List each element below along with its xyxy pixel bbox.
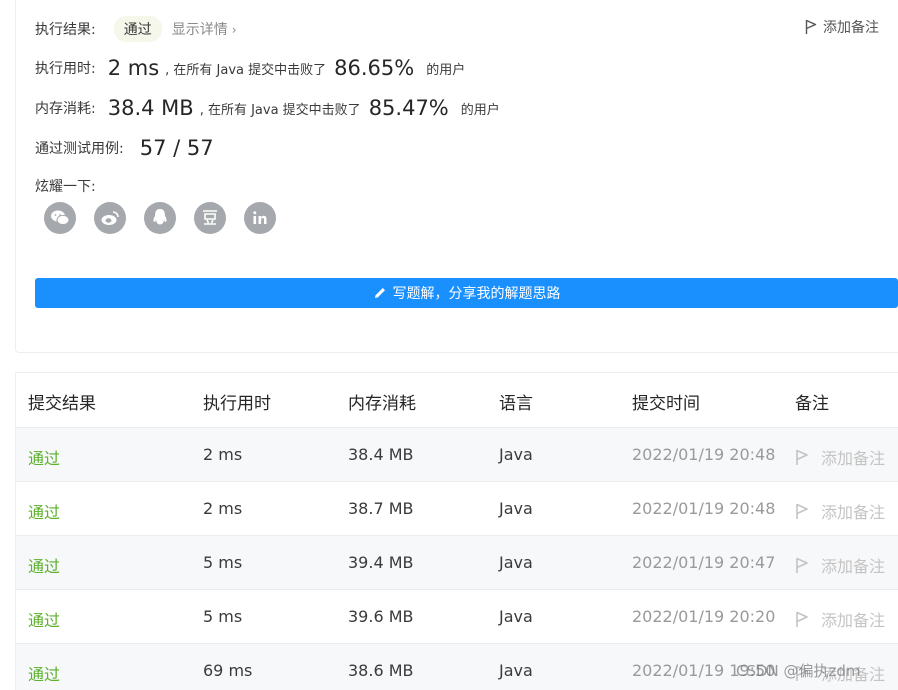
header-language: 语言 xyxy=(499,394,533,414)
write-solution-button[interactable]: 写题解，分享我的解题思路 xyxy=(35,278,898,308)
header-runtime: 执行用时 xyxy=(203,394,271,414)
show-details-label: 显示详情 xyxy=(171,22,228,38)
table-header: 提交结果 执行用时 内存消耗 语言 提交时间 备注 xyxy=(16,373,898,427)
result-link[interactable]: 通过 xyxy=(28,661,60,685)
result-link[interactable]: 通过 xyxy=(28,607,60,631)
result-label: 执行结果: xyxy=(35,22,96,38)
memory-percent: 85.47% xyxy=(368,96,449,120)
submit-time-cell: 2022/01/19 20:20 xyxy=(632,607,776,626)
table-row[interactable]: 通过 5 ms 39.6 MB Java 2022/01/19 20:20 添加… xyxy=(16,589,898,643)
runtime-cell: 2 ms xyxy=(203,499,243,518)
add-note-label: 添加备注 xyxy=(821,449,886,468)
language-cell: Java xyxy=(499,445,533,464)
language-cell: Java xyxy=(499,499,533,518)
flag-icon xyxy=(805,19,817,35)
table-row[interactable]: 通过 2 ms 38.4 MB Java 2022/01/19 20:48 添加… xyxy=(16,427,898,481)
result-row: 执行结果: 通过 显示详情 › xyxy=(35,16,237,42)
add-note-button[interactable]: 添加备注 xyxy=(795,553,885,577)
add-note-label: 添加备注 xyxy=(821,611,886,630)
table-row[interactable]: 通过 5 ms 39.4 MB Java 2022/01/19 20:47 添加… xyxy=(16,535,898,589)
wechat-icon[interactable] xyxy=(44,202,76,234)
language-cell: Java xyxy=(499,553,533,572)
chevron-right-icon: › xyxy=(231,23,237,37)
runtime-cell: 5 ms xyxy=(203,553,243,572)
header-result: 提交结果 xyxy=(28,394,96,414)
flag-icon xyxy=(795,557,809,574)
add-note-button[interactable]: 添加备注 xyxy=(805,17,879,37)
memory-row: 内存消耗: 38.4 MB , 在所有 Java 提交中击败了 85.47% 的… xyxy=(35,96,500,120)
runtime-cell: 5 ms xyxy=(203,607,243,626)
show-details-link[interactable]: 显示详情 › xyxy=(172,19,237,39)
runtime-row: 执行用时: 2 ms , 在所有 Java 提交中击败了 86.65% 的用户 xyxy=(35,56,465,80)
memory-cell: 38.6 MB xyxy=(348,661,414,680)
share-icons xyxy=(44,202,294,234)
memory-beat-text: , 在所有 Java 提交中击败了 xyxy=(199,102,361,118)
submit-time-cell: 2022/01/19 20:48 xyxy=(632,445,776,464)
runtime-suffix: 的用户 xyxy=(426,62,466,78)
add-note-label: 添加备注 xyxy=(821,557,886,576)
add-note-button[interactable]: 添加备注 xyxy=(795,499,885,523)
write-solution-label: 写题解，分享我的解题思路 xyxy=(392,286,561,302)
result-link[interactable]: 通过 xyxy=(28,499,60,523)
header-memory: 内存消耗 xyxy=(348,394,416,414)
header-submit-time: 提交时间 xyxy=(632,394,700,414)
runtime-value: 2 ms xyxy=(107,56,160,80)
add-note-button[interactable]: 添加备注 xyxy=(795,607,885,631)
qq-icon[interactable] xyxy=(144,202,176,234)
linkedin-icon[interactable] xyxy=(244,202,276,234)
memory-cell: 39.4 MB xyxy=(348,553,414,572)
weibo-icon[interactable] xyxy=(94,202,126,234)
result-status-badge: 通过 xyxy=(113,16,162,42)
pencil-icon xyxy=(373,286,387,300)
runtime-label: 执行用时: xyxy=(35,61,96,77)
memory-cell: 38.7 MB xyxy=(348,499,414,518)
runtime-cell: 2 ms xyxy=(203,445,243,464)
memory-cell: 39.6 MB xyxy=(348,607,414,626)
table-row[interactable]: 通过 2 ms 38.7 MB Java 2022/01/19 20:48 添加… xyxy=(16,481,898,535)
share-label: 炫耀一下: xyxy=(35,179,96,195)
tests-value: 57 / 57 xyxy=(139,136,214,160)
result-link[interactable]: 通过 xyxy=(28,445,60,469)
runtime-beat-text: , 在所有 Java 提交中击败了 xyxy=(165,62,327,78)
memory-value: 38.4 MB xyxy=(107,96,194,120)
share-row: 炫耀一下: xyxy=(35,176,96,196)
language-cell: Java xyxy=(499,607,533,626)
add-note-button[interactable]: 添加备注 xyxy=(795,445,885,469)
flag-icon xyxy=(795,611,809,628)
tests-label: 通过测试用例: xyxy=(35,141,124,157)
add-note-label: 添加备注 xyxy=(823,20,879,36)
runtime-cell: 69 ms xyxy=(203,661,253,680)
runtime-percent: 86.65% xyxy=(334,56,415,80)
memory-label: 内存消耗: xyxy=(35,101,96,117)
add-note-label: 添加备注 xyxy=(821,503,886,522)
submissions-table: 提交结果 执行用时 内存消耗 语言 提交时间 备注 通过 2 ms 38.4 M… xyxy=(15,372,898,690)
flag-icon xyxy=(795,449,809,466)
douban-icon[interactable] xyxy=(194,202,226,234)
language-cell: Java xyxy=(499,661,533,680)
memory-suffix: 的用户 xyxy=(460,102,500,118)
csdn-watermark: CSDN @偏执zdm xyxy=(736,662,861,680)
header-note: 备注 xyxy=(795,394,829,414)
memory-cell: 38.4 MB xyxy=(348,445,414,464)
submit-time-cell: 2022/01/19 20:47 xyxy=(632,553,776,572)
submit-time-cell: 2022/01/19 20:48 xyxy=(632,499,776,518)
result-link[interactable]: 通过 xyxy=(28,553,60,577)
flag-icon xyxy=(795,503,809,520)
tests-row: 通过测试用例: 57 / 57 xyxy=(35,136,214,160)
